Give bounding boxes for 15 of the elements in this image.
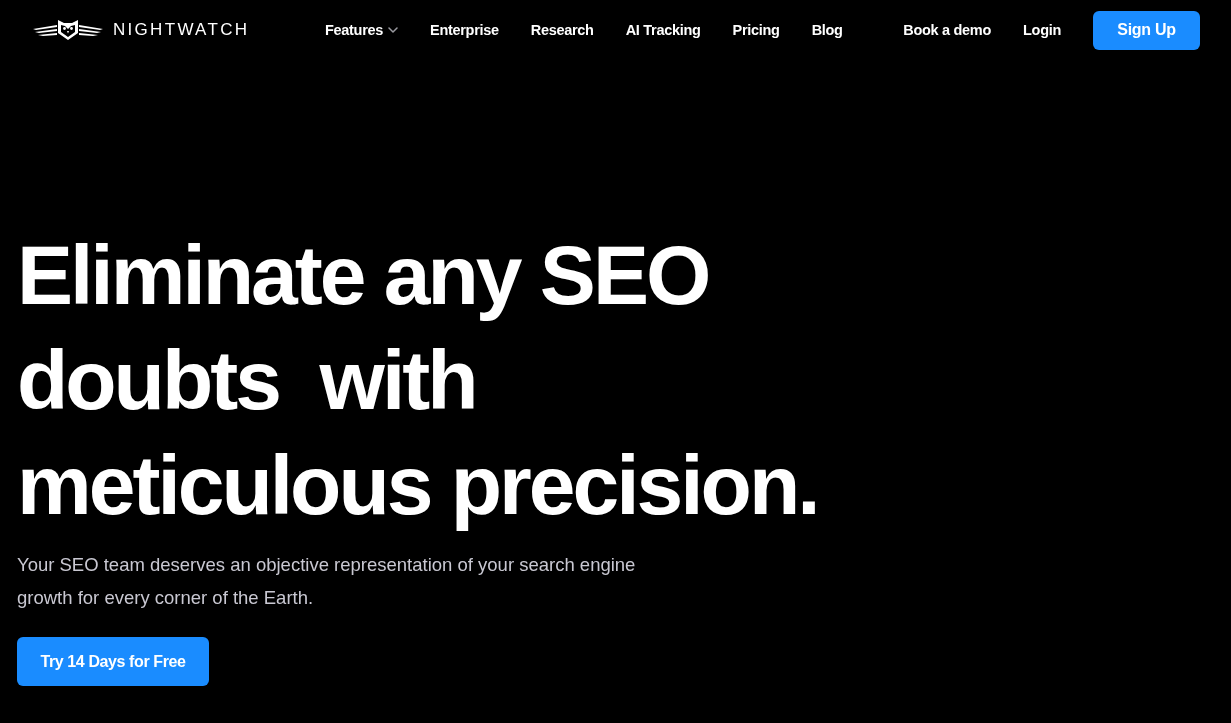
nav-link[interactable]: Research bbox=[530, 22, 594, 38]
chevron-down-icon bbox=[388, 27, 399, 33]
nav-link[interactable]: AI Tracking bbox=[625, 22, 701, 38]
hero-description: Your SEO team deserves an objective representation of your search engine growth for every corner of the Earth. bbox=[17, 553, 637, 610]
nav-link[interactable]: Enterprise bbox=[430, 22, 499, 38]
nav-link[interactable]: Blog bbox=[811, 22, 843, 38]
nightwatch-logo[interactable]: NIGHTWATCH bbox=[33, 19, 250, 41]
nav-link[interactable]: Pricing bbox=[732, 22, 780, 38]
nav-dropdown-label: Features bbox=[325, 22, 384, 38]
hero-heading: Eliminate any SEO doubts with meticulous precision. bbox=[17, 227, 819, 534]
logo-text: NIGHTWATCH bbox=[113, 20, 250, 40]
nav-dropdown[interactable]: Features bbox=[325, 22, 399, 38]
header-link[interactable]: Login bbox=[1023, 22, 1061, 38]
header-link[interactable]: Book a demo bbox=[903, 22, 992, 38]
owl-wings-logo-icon bbox=[33, 19, 103, 41]
